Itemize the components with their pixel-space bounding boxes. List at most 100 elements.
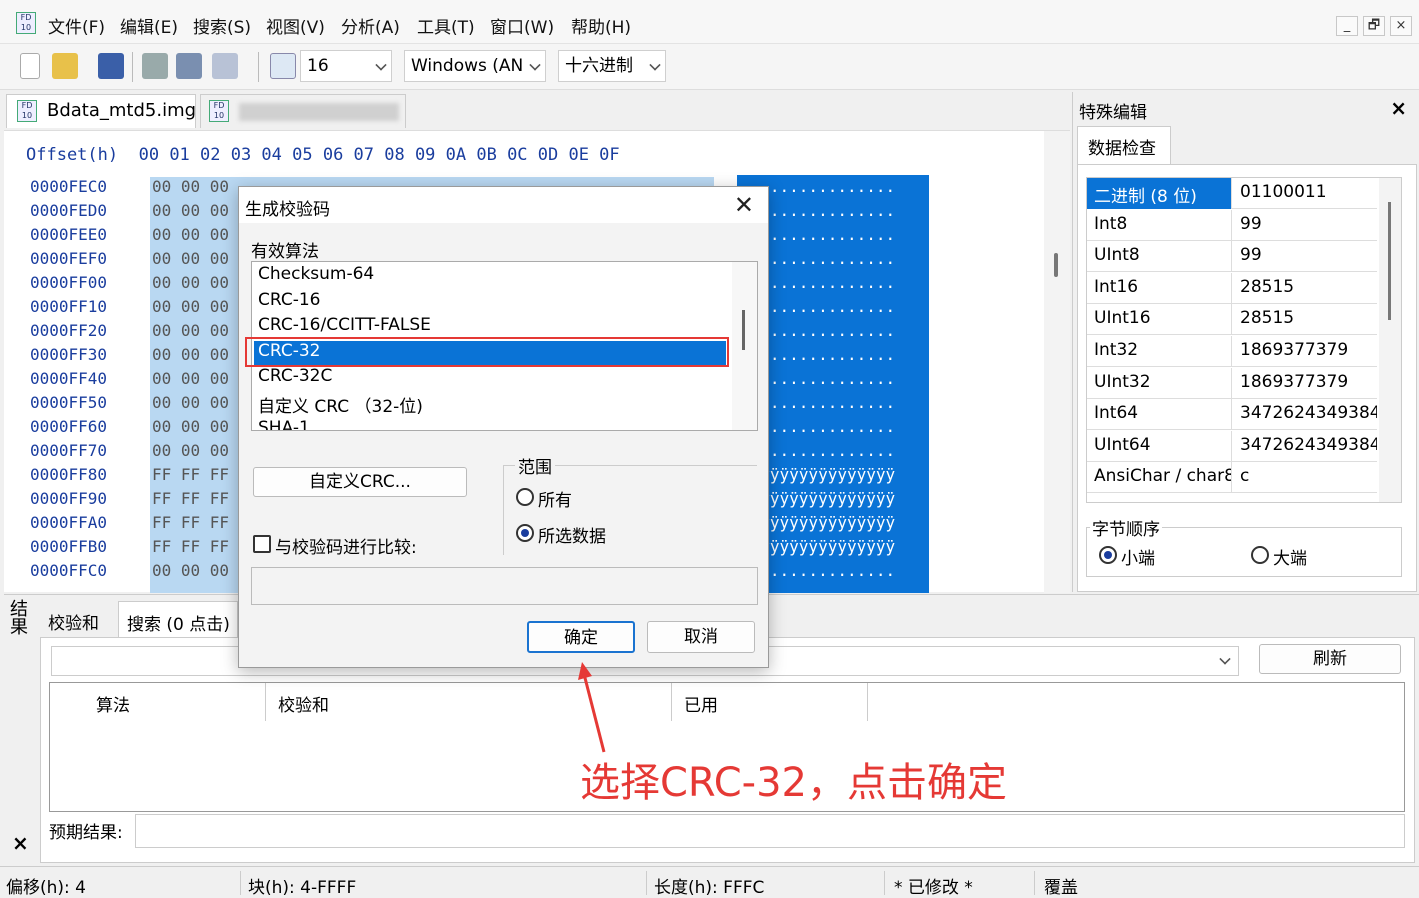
ascii-row[interactable]: ................ — [741, 273, 929, 292]
hex-row[interactable]: FF FF FF — [152, 513, 229, 532]
tab-bdata-mtd5[interactable]: FD 10 Bdata_mtd5.img — [6, 94, 196, 128]
expected-result-input[interactable] — [135, 814, 1405, 848]
inspector-row[interactable]: Int16 28515 — [1087, 272, 1377, 304]
scroll-thumb[interactable] — [1054, 253, 1058, 277]
menu-view[interactable]: 视图(V) — [266, 13, 325, 38]
scroll-thumb[interactable] — [742, 310, 745, 350]
new-file-icon[interactable] — [20, 53, 40, 79]
image-file-icon[interactable] — [212, 53, 238, 79]
ascii-row[interactable]: ................ — [741, 393, 929, 412]
hex-row[interactable]: 00 00 00 — [152, 297, 229, 316]
restore-button[interactable]: 🗗 — [1363, 16, 1385, 36]
menu-analysis[interactable]: 分析(A) — [341, 13, 400, 38]
custom-crc-button[interactable]: 自定义CRC... — [253, 467, 467, 497]
inspector-value[interactable]: 01100011 — [1233, 178, 1377, 209]
inspector-row[interactable]: Int32 1869377379 — [1087, 336, 1377, 367]
column-header-algorithm[interactable]: 算法 — [84, 683, 266, 721]
ascii-row[interactable]: ÿÿÿÿÿÿÿÿÿÿÿÿÿÿÿÿ — [741, 513, 929, 532]
compare-checksum-input[interactable] — [251, 567, 758, 605]
ascii-row[interactable]: ................ — [741, 561, 929, 580]
inspector-value[interactable]: 3472624349384 — [1233, 431, 1377, 462]
ascii-row[interactable]: ................ — [741, 201, 929, 220]
menu-window[interactable]: 窗口(W) — [490, 13, 554, 38]
minimize-button[interactable]: _ — [1336, 16, 1358, 36]
ascii-row[interactable]: ................ — [741, 369, 929, 388]
hex-row[interactable]: 00 00 00 — [152, 441, 229, 460]
inspector-value[interactable]: 99 — [1233, 241, 1377, 272]
column-header-used[interactable]: 已用 — [672, 683, 868, 721]
close-icon[interactable]: ✕ — [734, 191, 754, 219]
tab-checksum[interactable]: 校验和 — [40, 601, 116, 637]
ascii-row[interactable]: ÿÿÿÿÿÿÿÿÿÿÿÿÿÿÿÿ — [741, 537, 929, 556]
ascii-row[interactable]: ÿÿÿÿÿÿÿÿÿÿÿÿÿÿÿÿ — [741, 489, 929, 508]
ascii-row[interactable]: ................ — [741, 177, 929, 196]
hex-scrollbar[interactable] — [1044, 131, 1070, 593]
ram-icon[interactable] — [142, 53, 168, 79]
menu-search[interactable]: 搜索(S) — [193, 13, 251, 38]
scroll-thumb[interactable] — [1388, 202, 1391, 320]
menu-help[interactable]: 帮助(H) — [571, 13, 631, 38]
compare-checkbox[interactable] — [253, 535, 271, 553]
hex-row[interactable]: 00 00 00 — [152, 249, 229, 268]
hex-row[interactable]: 00 00 00 — [152, 321, 229, 340]
charset-combo[interactable]: Windows (AN — [404, 50, 546, 82]
ascii-row[interactable]: ................ — [741, 345, 929, 364]
algorithm-item[interactable]: Checksum-64 — [258, 264, 374, 284]
close-window-button[interactable]: × — [1390, 16, 1412, 36]
tab-search[interactable]: 搜索 (0 点击) — [118, 601, 238, 637]
hex-row[interactable]: FF FF FF — [152, 537, 229, 556]
menu-file[interactable]: 文件(F) — [48, 13, 105, 38]
inspector-row[interactable]: UInt16 28515 — [1087, 304, 1377, 336]
hex-row[interactable]: 00 00 00 — [152, 225, 229, 244]
inspector-row[interactable]: UInt8 99 — [1087, 241, 1377, 273]
refresh-button[interactable]: 刷新 — [1259, 644, 1401, 674]
range-all-radio[interactable] — [516, 488, 534, 506]
inspector-row[interactable]: Int64 3472624349384 — [1087, 399, 1377, 431]
inspector-value[interactable]: 99 — [1233, 210, 1377, 241]
close-icon[interactable]: × — [1390, 96, 1407, 120]
inspector-value[interactable]: 28515 — [1233, 273, 1377, 304]
ascii-row[interactable]: ................ — [741, 417, 929, 436]
inspector-row[interactable]: UInt32 1869377379 — [1087, 367, 1377, 399]
disk-icon[interactable] — [176, 53, 202, 79]
inspector-value[interactable]: 1869377379 — [1233, 336, 1377, 367]
ascii-row[interactable]: ÿÿÿÿÿÿÿÿÿÿÿÿÿÿÿÿ — [741, 465, 929, 484]
little-endian-radio[interactable] — [1099, 546, 1117, 564]
ascii-row[interactable]: ................ — [741, 297, 929, 316]
hex-row[interactable]: FF FF FF — [152, 489, 229, 508]
hex-row[interactable]: 00 00 00 — [152, 273, 229, 292]
ascii-row[interactable]: ................ — [741, 225, 929, 244]
close-icon[interactable]: × — [12, 831, 29, 855]
algorithm-item[interactable]: 自定义 CRC （32-位) — [258, 392, 423, 417]
algorithm-item[interactable]: SHA-1 — [258, 418, 310, 430]
hex-row[interactable]: FF FF FF — [152, 465, 229, 484]
hex-row[interactable]: 00 00 00 — [152, 201, 229, 220]
ascii-row[interactable]: ................ — [741, 441, 929, 460]
bytes-per-row-combo[interactable]: 16 — [300, 50, 392, 82]
inspector-row[interactable]: AnsiChar / char8 c — [1087, 462, 1377, 494]
hex-row[interactable]: 00 00 00 — [152, 177, 229, 196]
offset-base-combo[interactable]: 十六进制 — [558, 50, 666, 82]
hex-row[interactable]: 00 00 00 — [152, 393, 229, 412]
algorithm-list-scrollbar[interactable] — [732, 262, 757, 430]
menu-tools[interactable]: 工具(T) — [417, 13, 475, 38]
big-endian-radio[interactable] — [1251, 546, 1269, 564]
algorithm-item[interactable]: CRC-32C — [258, 366, 332, 386]
inspector-row[interactable]: UInt64 3472624349384 — [1087, 430, 1377, 462]
tab-second-file[interactable]: FD 10 — [200, 94, 406, 128]
algorithm-item[interactable]: CRC-16/CCITT-FALSE — [258, 315, 431, 335]
ascii-row[interactable]: ................ — [741, 321, 929, 340]
inspector-row[interactable]: 二进制 (8 位) 01100011 — [1087, 178, 1377, 209]
inspector-scrollbar[interactable] — [1379, 178, 1401, 502]
ok-button[interactable]: 确定 — [527, 621, 635, 653]
range-selection-radio[interactable] — [516, 524, 534, 542]
inspector-value[interactable]: 3472624349384 — [1233, 399, 1377, 430]
save-icon[interactable] — [98, 53, 124, 79]
hex-row[interactable]: 00 00 00 — [152, 561, 229, 580]
open-file-icon[interactable] — [52, 53, 78, 79]
inspector-row[interactable]: Int8 99 — [1087, 209, 1377, 241]
hex-row[interactable]: 00 00 00 — [152, 417, 229, 436]
hex-row[interactable]: 00 00 00 — [152, 345, 229, 364]
algorithm-item[interactable]: CRC-16 — [258, 290, 320, 310]
inspector-value[interactable]: 1869377379 — [1233, 368, 1377, 399]
